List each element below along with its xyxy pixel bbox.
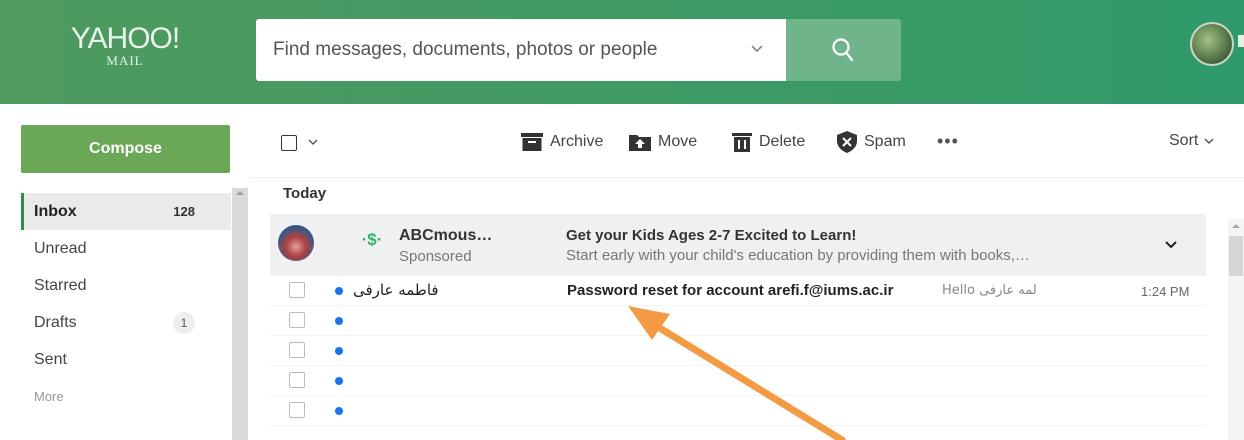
unread-dot-icon (335, 377, 343, 385)
ad-preview: Start early with your child's education … (566, 247, 1030, 264)
spam-label: Spam (864, 133, 906, 150)
sidebar-item-inbox[interactable]: Inbox 128 (21, 193, 231, 230)
message-checkbox[interactable] (289, 372, 305, 388)
sidebar-item-label: Inbox (34, 202, 77, 220)
message-checkbox[interactable] (289, 402, 305, 418)
message-preview: Hello لمه عارفی (942, 283, 1037, 298)
spam-shield-icon (837, 131, 857, 153)
search-button[interactable] (786, 19, 901, 81)
message-subject: Password reset for account arefi.f@iums.… (567, 282, 894, 299)
scroll-up-icon[interactable] (1231, 222, 1241, 230)
message-checkbox[interactable] (289, 282, 305, 298)
unread-dot-icon (335, 407, 343, 415)
unread-dot-icon (335, 287, 343, 295)
archive-label: Archive (550, 133, 604, 150)
sidebar-item-label: Starred (34, 276, 87, 294)
sponsored-label: Sponsored (399, 248, 472, 265)
message-checkbox[interactable] (289, 342, 305, 358)
sidebar-item-label: Unread (34, 239, 87, 257)
message-toolbar: Archive Move Delete Spam ••• Sort (250, 104, 1244, 178)
search-icon (832, 38, 854, 62)
archive-button[interactable]: Archive (521, 128, 603, 156)
message-checkbox[interactable] (289, 312, 305, 328)
trash-icon (732, 133, 752, 152)
message-time: 1:24 PM (1141, 284, 1190, 299)
move-button[interactable]: Move (629, 128, 697, 156)
archive-icon (521, 133, 543, 151)
search-input[interactable] (256, 19, 726, 81)
unread-dot-icon (335, 317, 343, 325)
logo-brand: YAHOO! (70, 22, 180, 55)
chevron-down-icon[interactable] (307, 137, 319, 147)
drafts-count-badge: 1 (173, 311, 195, 334)
delete-label: Delete (759, 133, 806, 150)
table-row[interactable]: فاطمه عارفی Password reset for account a… (270, 276, 1206, 306)
unread-count: 128 (173, 204, 195, 219)
user-avatar[interactable] (1190, 22, 1234, 66)
date-section-header: Today (283, 185, 327, 202)
more-actions-button[interactable]: ••• (937, 131, 959, 152)
message-sender: فاطمه عارفی (353, 281, 439, 299)
move-folder-icon (629, 135, 651, 151)
spam-button[interactable]: Spam (837, 128, 906, 156)
sort-label: Sort (1169, 132, 1199, 149)
scroll-up-icon[interactable] (234, 188, 246, 198)
sidebar-scrollbar[interactable] (232, 188, 248, 440)
table-row[interactable] (270, 336, 1206, 366)
header-edge-element (1238, 35, 1244, 47)
search-box (256, 19, 786, 81)
sidebar: Compose Inbox 128 Unread Starred Drafts … (0, 104, 250, 440)
folder-list: Inbox 128 Unread Starred Drafts 1 Sent M… (21, 193, 231, 415)
sidebar-item-label: More (34, 389, 64, 404)
sidebar-item-more[interactable]: More (21, 378, 231, 415)
sidebar-item-sent[interactable]: Sent (21, 341, 231, 378)
sidebar-item-label: Sent (34, 350, 67, 368)
sponsored-ad-row[interactable]: ·$· ABCmous… Sponsored Get your Kids Age… (270, 214, 1206, 276)
move-label: Move (658, 133, 698, 150)
scrollbar-thumb[interactable] (1229, 236, 1243, 276)
app-header: YAHOO! MAIL (0, 0, 1244, 104)
chevron-down-icon (1204, 138, 1214, 144)
advertiser-avatar (278, 225, 314, 261)
table-row[interactable] (270, 366, 1206, 396)
chevron-down-icon[interactable] (748, 39, 766, 57)
sort-button[interactable]: Sort (1169, 132, 1215, 150)
sidebar-item-label: Drafts (34, 313, 77, 331)
ad-subject: Get your Kids Ages 2-7 Excited to Learn! (566, 227, 857, 244)
sidebar-item-drafts[interactable]: Drafts 1 (21, 304, 231, 341)
select-all-checkbox[interactable] (281, 135, 297, 151)
table-row[interactable] (270, 306, 1206, 336)
chevron-down-icon[interactable] (1164, 240, 1178, 250)
ad-sender: ABCmous… (399, 227, 493, 244)
logo-sub: MAIL (106, 53, 144, 68)
sidebar-item-unread[interactable]: Unread (21, 230, 231, 267)
table-row[interactable] (270, 396, 1206, 426)
delete-button[interactable]: Delete (732, 128, 805, 156)
sponsored-dollar-icon: ·$· (361, 230, 383, 249)
yahoo-mail-logo[interactable]: YAHOO! MAIL (60, 24, 190, 68)
compose-button[interactable]: Compose (21, 125, 230, 173)
unread-dot-icon (335, 347, 343, 355)
sidebar-item-starred[interactable]: Starred (21, 267, 231, 304)
